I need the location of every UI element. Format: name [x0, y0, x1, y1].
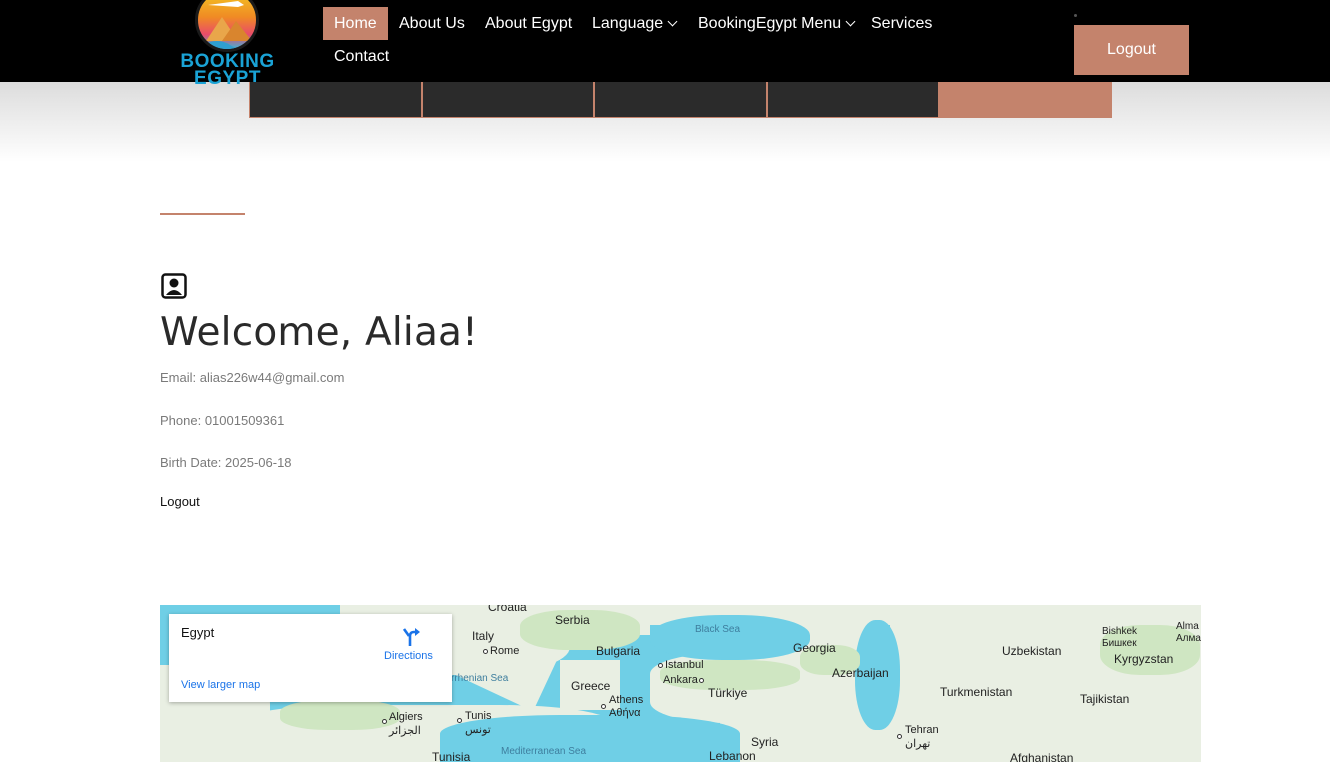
map-label-lebanon: Lebanon	[709, 749, 756, 762]
sub-tabs	[249, 82, 1112, 118]
nav-contact-label: Contact	[334, 48, 390, 65]
nav-home-label: Home	[334, 15, 377, 32]
map-pin-algiers	[382, 719, 387, 724]
map-label-rome: Rome	[490, 645, 520, 657]
map-pin-ankara	[699, 678, 704, 683]
sub-tab-3[interactable]	[594, 82, 767, 118]
nav-about-egypt-label: About Egypt	[485, 15, 573, 32]
logo-emblem-icon	[195, 0, 259, 52]
map-label-tunis-local: تونس	[465, 724, 491, 736]
map-label-algiers-local: الجزائر	[389, 725, 421, 737]
map-green-5	[280, 700, 400, 730]
map-pin-rome	[483, 649, 488, 654]
view-larger-map-link[interactable]: View larger map	[181, 679, 260, 691]
sub-tab-4[interactable]	[766, 82, 940, 118]
chevron-down-icon	[667, 16, 678, 27]
map-label-black-sea: Black Sea	[695, 624, 741, 635]
directions-link[interactable]: Directions	[384, 650, 433, 662]
map-label-almaty: Alma	[1176, 621, 1199, 632]
map-label-afghanistan: Afghanistan	[1010, 751, 1074, 762]
chevron-down-icon	[845, 16, 856, 27]
nav-language-label: Language	[592, 15, 664, 32]
map-label-croatia: Croatia	[488, 605, 527, 614]
map-label-algiers: Algiers	[389, 711, 423, 723]
embedded-map[interactable]: Croatia Serbia Italy Rome Bulgaria Black…	[160, 605, 1201, 762]
map-pin-istanbul	[658, 663, 663, 668]
map-info-card: Egypt Directions View larger map	[169, 614, 452, 702]
map-label-syria: Syria	[751, 735, 779, 749]
map-black-sea	[650, 615, 810, 660]
map-label-almaty-local: Алма	[1176, 633, 1201, 644]
nav-about-us-label: About Us	[399, 15, 465, 32]
map-label-tehran-local: تهران	[905, 738, 931, 750]
header-logout-button[interactable]: Logout	[1074, 25, 1189, 75]
map-label-athens: Athens	[609, 694, 644, 706]
map-label-bishkek-local: Бишкек	[1102, 638, 1137, 649]
nav-home[interactable]: Home	[323, 7, 388, 40]
welcome-heading: Welcome, Aliaa!	[160, 310, 478, 355]
map-label-azerbaijan: Azerbaijan	[832, 666, 889, 680]
directions-icon[interactable]	[400, 627, 420, 647]
map-label-athens-local: Αθήνα	[609, 707, 641, 719]
map-label-turkiye: Türkiye	[708, 686, 748, 700]
nav-about-egypt[interactable]: About Egypt	[474, 7, 583, 40]
map-label-istanbul: Istanbul	[665, 659, 704, 671]
map-label-georgia: Georgia	[793, 641, 836, 655]
map-pin-athens	[601, 704, 606, 709]
map-label-tehran: Tehran	[905, 724, 939, 736]
map-label-uzbekistan: Uzbekistan	[1002, 644, 1062, 658]
map-label-tyrrhenian: rrhenian Sea	[451, 673, 509, 684]
sub-tab-5[interactable]	[939, 82, 1112, 118]
map-label-kyrgyzstan: Kyrgyzstan	[1114, 652, 1174, 666]
nav-contact[interactable]: Contact	[323, 40, 400, 73]
map-pin-tunis	[457, 718, 462, 723]
profile-logout-link[interactable]: Logout	[160, 494, 200, 509]
phone-text: Phone: 01001509361	[160, 413, 285, 428]
map-label-serbia: Serbia	[555, 613, 590, 627]
map-label-bishkek: Bishkek	[1102, 626, 1138, 637]
map-pin-tehran	[897, 734, 902, 739]
sub-tab-1[interactable]	[249, 82, 422, 118]
map-label-greece: Greece	[571, 679, 611, 693]
nav-about-us[interactable]: About Us	[388, 7, 476, 40]
nav-services-label: Services	[871, 15, 933, 32]
map-place-title: Egypt	[181, 625, 215, 640]
nav-bookingegypt-menu[interactable]: BookingEgypt Menu	[687, 7, 865, 40]
nav-bookingegypt-menu-label: BookingEgypt Menu	[698, 15, 842, 32]
nav-language[interactable]: Language	[581, 7, 687, 40]
map-label-ankara: Ankara	[663, 674, 698, 686]
map-label-turkmenistan: Turkmenistan	[940, 685, 1013, 699]
header-dot	[1074, 14, 1077, 17]
map-label-italy: Italy	[472, 629, 495, 643]
map-label-tunis: Tunis	[465, 710, 492, 722]
map-label-tajikistan: Tajikistan	[1080, 692, 1130, 706]
map-label-tunisia: Tunisia	[432, 750, 471, 762]
site-logo[interactable]: BOOKING EGYPT	[180, 0, 275, 90]
map-label-mediterranean: Mediterranean Sea	[501, 746, 587, 757]
nav-services[interactable]: Services	[860, 7, 943, 40]
section-divider	[160, 213, 245, 215]
sub-tab-2[interactable]	[421, 82, 595, 118]
user-profile-icon	[161, 273, 187, 299]
map-label-bulgaria: Bulgaria	[596, 644, 641, 658]
email-text: Email: alias226w44@gmail.com	[160, 370, 345, 385]
birth-date-text: Birth Date: 2025-06-18	[160, 455, 292, 470]
